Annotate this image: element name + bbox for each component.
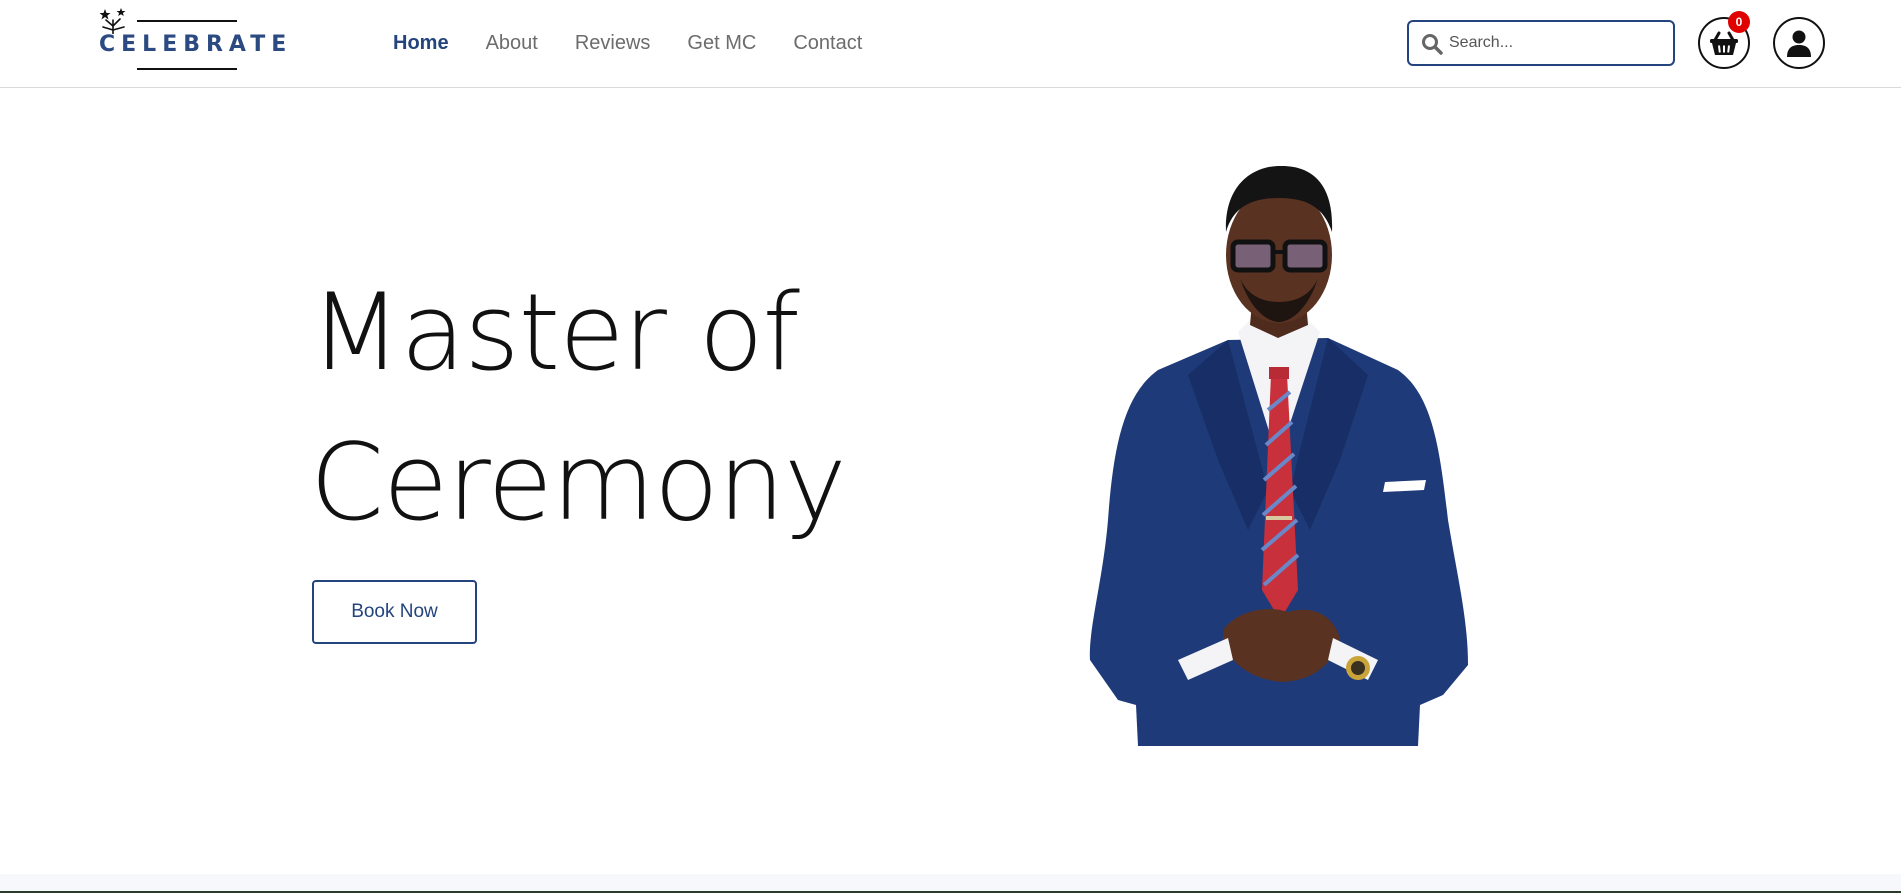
next-section-edge	[0, 874, 1901, 893]
account-button[interactable]	[1773, 17, 1825, 69]
nav-contact[interactable]: Contact	[793, 28, 862, 58]
search-icon	[1422, 34, 1443, 55]
hero-title: Master of Ceremony	[310, 258, 870, 558]
hero-title-line-2: Ceremony	[310, 421, 847, 544]
logo-rule-top	[137, 20, 237, 22]
fireworks-icon	[99, 8, 126, 34]
basket-icon	[1710, 31, 1738, 55]
nav-reviews[interactable]: Reviews	[575, 28, 651, 58]
book-now-button[interactable]: Book Now	[312, 580, 477, 644]
nav-about[interactable]: About	[486, 28, 538, 58]
logo-rule-bottom	[137, 68, 237, 70]
user-icon	[1787, 30, 1811, 57]
cart-count-badge: 0	[1728, 11, 1750, 33]
nav-home[interactable]: Home	[393, 28, 449, 58]
logo-wordmark: CELEBRATE	[99, 32, 293, 57]
logo[interactable]: CELEBRATE	[99, 8, 286, 72]
search-box[interactable]	[1407, 20, 1675, 66]
hero-title-line-1: Master of	[310, 271, 800, 394]
nav-get-mc[interactable]: Get MC	[687, 28, 756, 58]
main-nav: Home About Reviews Get MC Contact	[393, 28, 899, 58]
cart-button[interactable]: 0	[1698, 11, 1750, 69]
mc-portrait-image	[1089, 165, 1468, 746]
site-header: CELEBRATE Home About Reviews Get MC Cont…	[0, 0, 1901, 88]
search-input[interactable]	[1447, 30, 1667, 56]
